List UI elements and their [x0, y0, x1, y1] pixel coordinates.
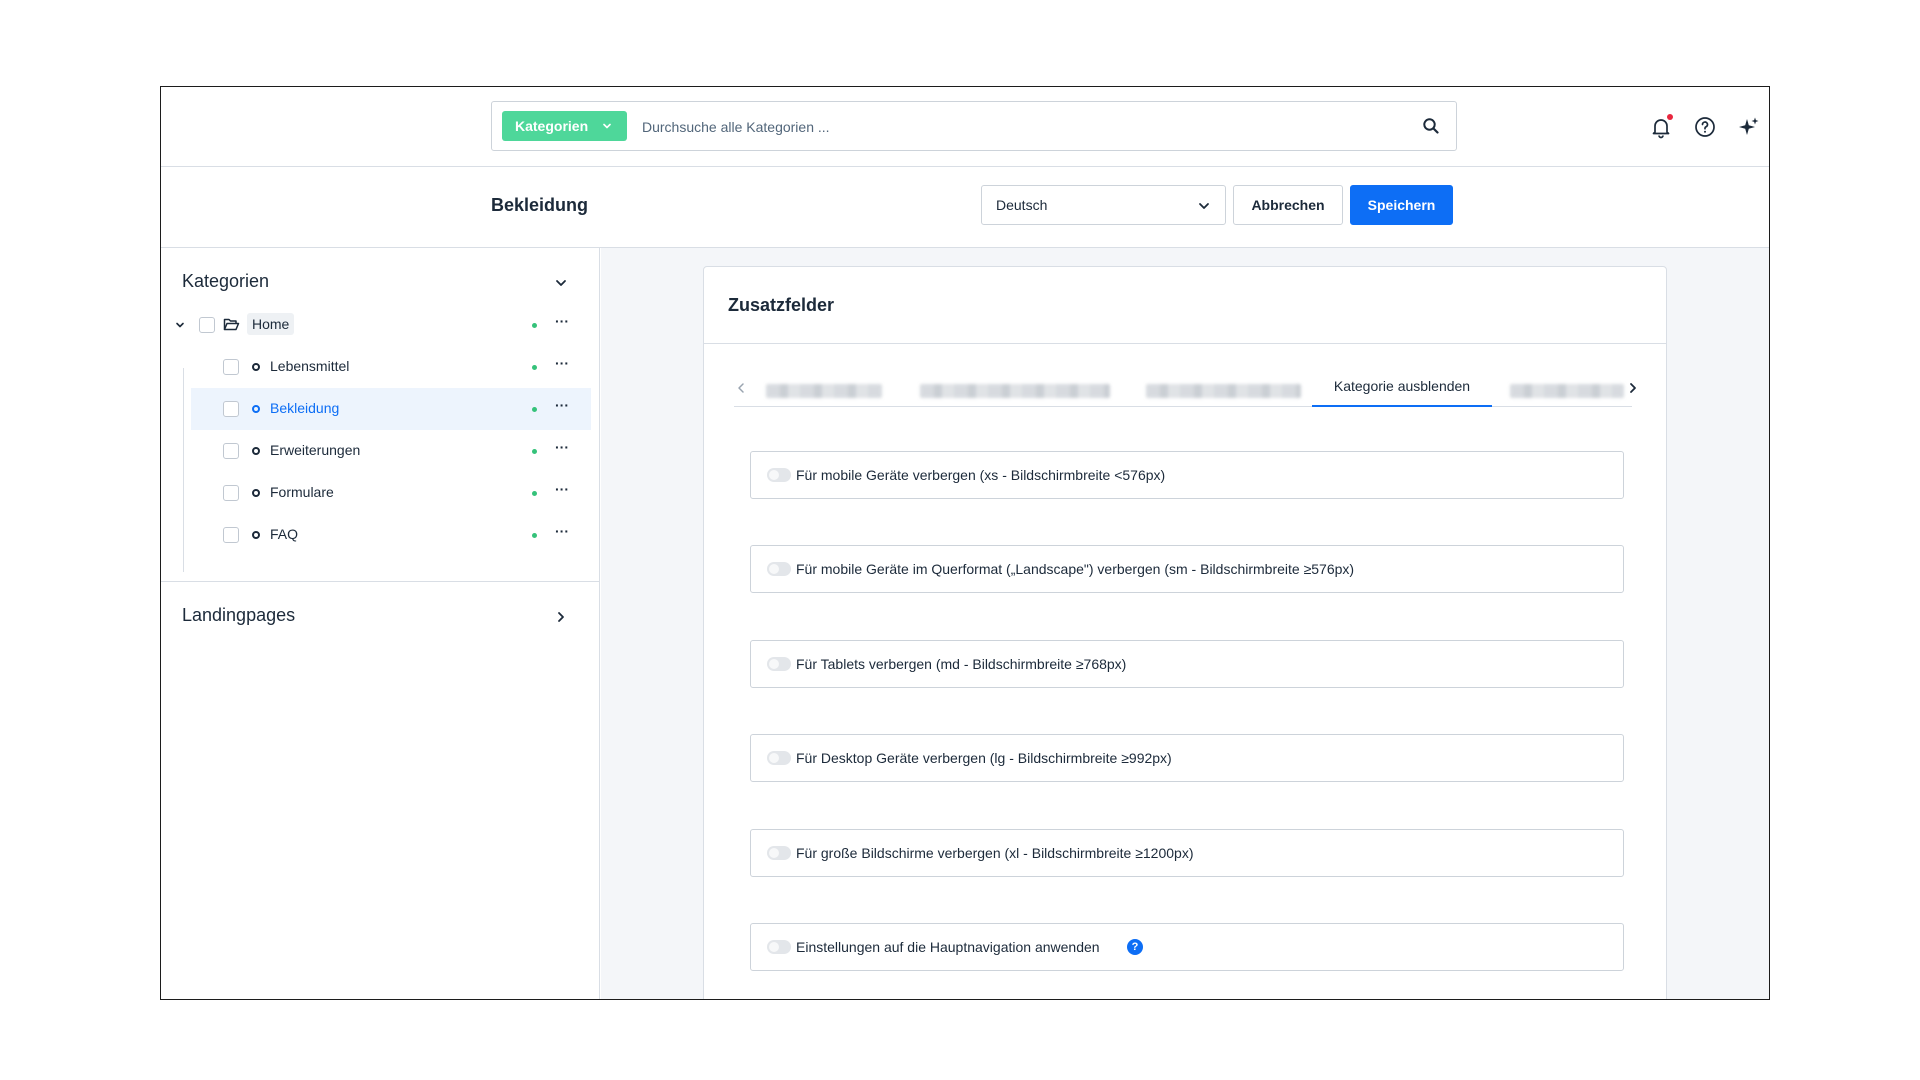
more-actions-icon[interactable]: ···: [555, 356, 569, 370]
toggle-label: Für Tablets verbergen (md - Bildschirmbr…: [796, 656, 1127, 672]
more-actions-icon[interactable]: ···: [555, 524, 569, 538]
tree-item-checkbox[interactable]: [199, 317, 215, 333]
status-dot: [532, 365, 537, 370]
chevron-down-icon[interactable]: [553, 275, 569, 291]
tree-item-checkbox[interactable]: [223, 443, 239, 459]
card-title: Zusatzfelder: [728, 295, 835, 315]
toggle-row-hide-sm: Für mobile Geräte im Querformat („Landsc…: [750, 545, 1624, 593]
more-actions-icon[interactable]: ···: [555, 314, 569, 328]
status-dot: [532, 323, 537, 328]
tree-item-bekleidung[interactable]: Bekleidung ···: [191, 388, 591, 430]
main-content: Zusatzfelder Kategorie ausblenden Für mo…: [601, 248, 1769, 999]
search-type-label: Kategorien: [515, 118, 589, 134]
help-button[interactable]: [1693, 115, 1717, 139]
search-icon[interactable]: [1422, 117, 1440, 135]
tree-item-lebensmittel[interactable]: Lebensmittel ···: [161, 346, 600, 388]
tree-item-label: Home: [247, 313, 295, 335]
more-actions-icon[interactable]: ···: [555, 398, 569, 412]
page-header: Bekleidung Deutsch Abbrechen Speichern: [161, 167, 1769, 248]
cancel-button[interactable]: Abbrechen: [1233, 185, 1343, 225]
help-icon[interactable]: ?: [1127, 939, 1143, 955]
toggle-label: Einstellungen auf die Hauptnavigation an…: [796, 939, 1100, 955]
toggle-row-apply-main-nav: Einstellungen auf die Hauptnavigation an…: [750, 923, 1624, 971]
status-dot: [532, 449, 537, 454]
tab-bar: Kategorie ausblenden: [734, 375, 1636, 407]
page-title: Bekleidung: [491, 195, 589, 215]
category-node-icon: [252, 363, 260, 371]
additional-fields-card: Zusatzfelder Kategorie ausblenden Für mo…: [703, 266, 1667, 999]
tab-redacted[interactable]: [1510, 384, 1624, 398]
tab-hide-category[interactable]: Kategorie ausblenden: [1312, 375, 1492, 407]
toggle-row-hide-md: Für Tablets verbergen (md - Bildschirmbr…: [750, 640, 1624, 688]
search-type-dropdown[interactable]: Kategorien: [502, 111, 627, 141]
search-input[interactable]: [642, 112, 1402, 142]
tree-item-faq[interactable]: FAQ ···: [161, 514, 600, 556]
chevron-right-icon[interactable]: [1626, 381, 1640, 395]
chevron-right-icon[interactable]: [553, 609, 569, 625]
more-actions-icon[interactable]: ···: [555, 482, 569, 496]
tree-item-formulare[interactable]: Formulare ···: [161, 472, 600, 514]
tree-item-checkbox[interactable]: [223, 401, 239, 417]
chevron-down-icon[interactable]: [175, 320, 185, 330]
toggle-switch[interactable]: [767, 657, 791, 671]
status-dot: [532, 407, 537, 412]
toggle-label: Für mobile Geräte verbergen (xs - Bildsc…: [796, 467, 1166, 483]
toggle-switch[interactable]: [767, 468, 791, 482]
categories-section-title: Kategorien: [182, 271, 270, 291]
tree-item-label: FAQ: [270, 526, 299, 542]
toggle-row-hide-lg: Für Desktop Geräte verbergen (lg - Bilds…: [750, 734, 1624, 782]
more-actions-icon[interactable]: ···: [555, 440, 569, 454]
tree-item-label: Lebensmittel: [270, 358, 350, 374]
sidebar-divider: [161, 581, 599, 582]
chevron-left-icon[interactable]: [734, 381, 748, 395]
toggle-switch[interactable]: [767, 846, 791, 860]
tree-item-checkbox[interactable]: [223, 485, 239, 501]
toggle-row-hide-xs: Für mobile Geräte verbergen (xs - Bildsc…: [750, 451, 1624, 499]
landingpages-section-title[interactable]: Landingpages: [182, 605, 295, 626]
category-node-icon: [252, 405, 260, 413]
tree-item-checkbox[interactable]: [223, 527, 239, 543]
notification-badge: [1667, 114, 1673, 120]
status-dot: [532, 491, 537, 496]
app-window: Kategorien Bekleidung Deutsch Abbrechen …: [160, 86, 1770, 1000]
toggle-label: Für mobile Geräte im Querformat („Landsc…: [796, 561, 1355, 577]
tree-item-label: Bekleidung: [270, 400, 340, 416]
folder-open-icon: [223, 318, 240, 331]
chevron-down-icon: [1199, 203, 1209, 209]
help-circle-icon: [1695, 117, 1715, 137]
tree-item-label: Erweiterungen: [270, 442, 361, 458]
top-bar: Kategorien: [161, 87, 1769, 167]
sparkle-icon: [1739, 117, 1759, 135]
toggle-switch[interactable]: [767, 940, 791, 954]
toggle-switch[interactable]: [767, 751, 791, 765]
language-select[interactable]: Deutsch: [981, 185, 1226, 225]
chevron-down-icon: [603, 123, 611, 129]
notifications-button[interactable]: [1649, 114, 1673, 139]
tree-item-checkbox[interactable]: [223, 359, 239, 375]
toggle-switch[interactable]: [767, 562, 791, 576]
toggle-label: Für große Bildschirme verbergen (xl - Bi…: [796, 845, 1194, 861]
toggle-row-hide-xl: Für große Bildschirme verbergen (xl - Bi…: [750, 829, 1624, 877]
toggle-label: Für Desktop Geräte verbergen (lg - Bilds…: [796, 750, 1172, 766]
sidebar: Kategorien Home ··· Lebensmittel ··· Bek…: [161, 248, 600, 999]
ai-assistant-button[interactable]: [1737, 115, 1761, 139]
tab-redacted[interactable]: [920, 384, 1110, 398]
tree-item-home[interactable]: Home ···: [161, 304, 600, 346]
tab-redacted[interactable]: [766, 384, 882, 398]
global-search: Kategorien: [491, 101, 1457, 151]
card-divider: [704, 343, 1666, 344]
tab-redacted[interactable]: [1146, 384, 1301, 398]
status-dot: [532, 533, 537, 538]
tree-item-label: Formulare: [270, 484, 334, 500]
save-button[interactable]: Speichern: [1350, 185, 1453, 225]
language-select-value: Deutsch: [996, 197, 1048, 213]
category-node-icon: [252, 489, 260, 497]
tree-item-erweiterungen[interactable]: Erweiterungen ···: [161, 430, 600, 472]
category-node-icon: [252, 531, 260, 539]
category-node-icon: [252, 447, 260, 455]
